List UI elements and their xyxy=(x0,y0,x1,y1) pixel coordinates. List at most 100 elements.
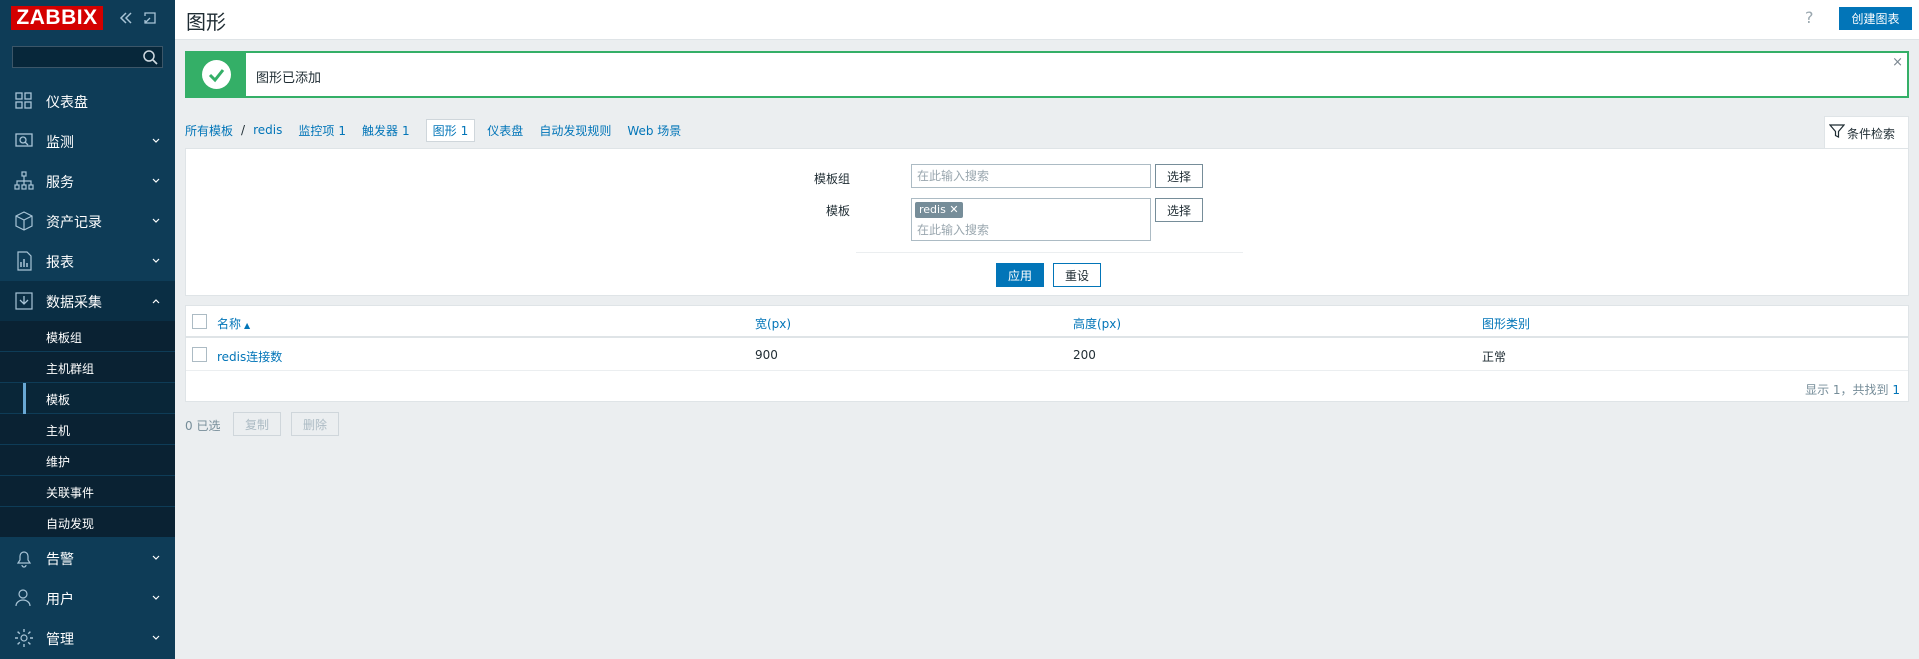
menu-item-dashboard[interactable]: 仪表盘 xyxy=(0,81,175,121)
menu-label-administration: 管理 xyxy=(46,632,74,648)
message-text: 图形已添加 xyxy=(256,71,322,86)
menu-item-users[interactable]: 用户 xyxy=(0,578,175,618)
filter-icon xyxy=(1829,124,1845,138)
filter-divider xyxy=(856,252,1243,253)
template-group-select-button[interactable]: 选择 xyxy=(1155,164,1203,188)
template-placeholder[interactable]: 在此输入搜索 xyxy=(917,221,989,238)
submenu-item-hosts[interactable]: 主机 xyxy=(0,414,175,445)
menu-label-services: 服务 xyxy=(46,175,74,191)
submenu-label: 自动发现 xyxy=(46,517,95,531)
menu-label-data-collection: 数据采集 xyxy=(46,295,102,311)
submenu-item-templates[interactable]: 模板 xyxy=(0,383,175,414)
tab-dashboards[interactable]: 仪表盘 xyxy=(487,122,523,139)
submenu-label: 模板 xyxy=(46,393,71,407)
submenu-item-discovery[interactable]: 自动发现 xyxy=(0,507,175,538)
help-icon[interactable]: ? xyxy=(1805,8,1814,27)
tab-graphs[interactable]: 图形 1 xyxy=(425,118,476,142)
menu-item-reports[interactable]: 报表 xyxy=(0,241,175,281)
row-checkbox[interactable] xyxy=(192,347,207,362)
collapse-sidebar-icon[interactable] xyxy=(118,10,134,26)
breadcrumb-template[interactable]: redis xyxy=(253,123,282,137)
chevron-up-icon xyxy=(152,299,160,304)
pager-total: 1 xyxy=(1892,383,1900,397)
main-menu: 仪表盘 监测 服务 资产记录 报表 数据采集 模板组 主机群组 模板 主机 维护… xyxy=(0,81,175,658)
submenu-item-template-groups[interactable]: 模板组 xyxy=(0,321,175,352)
menu-item-inventory[interactable]: 资产记录 xyxy=(0,201,175,241)
submenu-item-event-correlation[interactable]: 关联事件 xyxy=(0,476,175,507)
reports-icon xyxy=(17,251,32,271)
column-type-header[interactable]: 图形类别 xyxy=(1482,315,1530,332)
submenu-label: 维护 xyxy=(46,455,71,469)
menu-label-monitoring: 监测 xyxy=(46,135,74,151)
remove-tag-icon[interactable]: ✕ xyxy=(949,203,958,216)
reset-button[interactable]: 重设 xyxy=(1053,263,1101,287)
menu-item-administration[interactable]: 管理 xyxy=(0,618,175,658)
delete-button[interactable]: 删除 xyxy=(291,412,339,436)
filter-tab-label: 条件检索 xyxy=(1847,127,1896,141)
sidebar-search-input[interactable] xyxy=(15,49,137,65)
sort-asc-icon: ▲ xyxy=(244,321,251,330)
submenu-label: 主机群组 xyxy=(46,362,95,376)
pager-summary: 显示 1，共找到 1 xyxy=(1805,381,1900,398)
template-navigation: 所有模板 / redis 监控项 1 触发器 1 图形 1 仪表盘 自动发现规则 We… xyxy=(185,118,697,142)
tab-web-scenarios[interactable]: Web 场景 xyxy=(627,122,681,139)
tab-items[interactable]: 监控项 1 xyxy=(298,122,346,139)
search-icon[interactable] xyxy=(142,49,159,66)
graphs-table: 名称 ▲ 宽(px) 高度(px) 图形类别 redis连接数 900 200 正… xyxy=(185,305,1909,402)
data-collection-icon xyxy=(15,292,33,310)
sidebar-search xyxy=(12,46,163,68)
page-header: 图形 ? 创建图表 xyxy=(175,0,1919,40)
menu-label-inventory: 资产记录 xyxy=(46,215,102,231)
success-message: 图形已添加 × xyxy=(185,51,1909,98)
submenu-item-maintenance[interactable]: 维护 xyxy=(0,445,175,476)
create-graph-button[interactable]: 创建图表 xyxy=(1839,7,1912,30)
column-width-header[interactable]: 宽(px) xyxy=(755,315,791,332)
graph-type: 正常 xyxy=(1482,350,1507,364)
graph-width: 900 xyxy=(755,348,778,362)
tab-triggers[interactable]: 触发器 1 xyxy=(362,122,410,139)
column-name-header[interactable]: 名称 ▲ xyxy=(217,315,250,332)
apply-button[interactable]: 应用 xyxy=(996,263,1044,287)
chevron-down-icon xyxy=(152,635,160,640)
column-height-header[interactable]: 高度(px) xyxy=(1073,315,1121,332)
select-all-checkbox[interactable] xyxy=(192,314,207,329)
chevron-down-icon xyxy=(152,138,160,143)
menu-item-alerts[interactable]: 告警 xyxy=(0,538,175,578)
copy-button[interactable]: 复制 xyxy=(233,412,281,436)
submenu-label: 模板组 xyxy=(46,331,83,345)
chevron-down-icon xyxy=(152,218,160,223)
template-tag: redis ✕ xyxy=(915,202,963,218)
chevron-down-icon xyxy=(152,178,160,183)
tab-triggers-label: 触发器 xyxy=(361,123,398,138)
table-header: 名称 ▲ 宽(px) 高度(px) 图形类别 xyxy=(186,306,1908,338)
kiosk-mode-icon[interactable] xyxy=(142,10,158,26)
menu-item-services[interactable]: 服务 xyxy=(0,161,175,201)
alerts-icon xyxy=(16,551,32,568)
close-icon[interactable]: × xyxy=(1892,55,1903,70)
table-row: redis连接数 900 200 正常 xyxy=(186,340,1908,371)
zabbix-logo[interactable]: ZABBIX xyxy=(11,6,103,30)
breadcrumb-all-templates[interactable]: 所有模板 xyxy=(185,122,233,139)
users-icon xyxy=(15,589,31,607)
gear-icon xyxy=(15,629,33,647)
success-strip xyxy=(187,53,246,96)
template-group-input[interactable] xyxy=(912,165,1150,187)
template-label: 模板 xyxy=(825,204,850,218)
tab-graphs-count: 1 xyxy=(460,123,469,138)
graph-name-link[interactable]: redis连接数 xyxy=(217,348,282,365)
services-icon xyxy=(14,171,34,190)
filter-tab[interactable]: 条件检索 xyxy=(1824,116,1909,148)
submenu-label: 关联事件 xyxy=(46,486,95,500)
pager-prefix: 显示 1，共找到 xyxy=(1805,383,1893,397)
menu-item-monitoring[interactable]: 监测 xyxy=(0,121,175,161)
tab-discovery-rules[interactable]: 自动发现规则 xyxy=(539,122,611,139)
tab-graphs-label: 图形 xyxy=(432,123,457,138)
template-select-button[interactable]: 选择 xyxy=(1155,198,1203,222)
logo-row: ZABBIX xyxy=(0,0,175,36)
menu-label-alerts: 告警 xyxy=(46,552,74,568)
tab-triggers-count: 1 xyxy=(402,123,410,138)
filter-panel: 模板组 选择 模板 redis ✕ 在此输入搜索 选择 应用 重设 xyxy=(185,148,1909,296)
page-title: 图形 xyxy=(186,10,226,34)
menu-item-data-collection[interactable]: 数据采集 xyxy=(0,281,175,321)
submenu-item-host-groups[interactable]: 主机群组 xyxy=(0,352,175,383)
